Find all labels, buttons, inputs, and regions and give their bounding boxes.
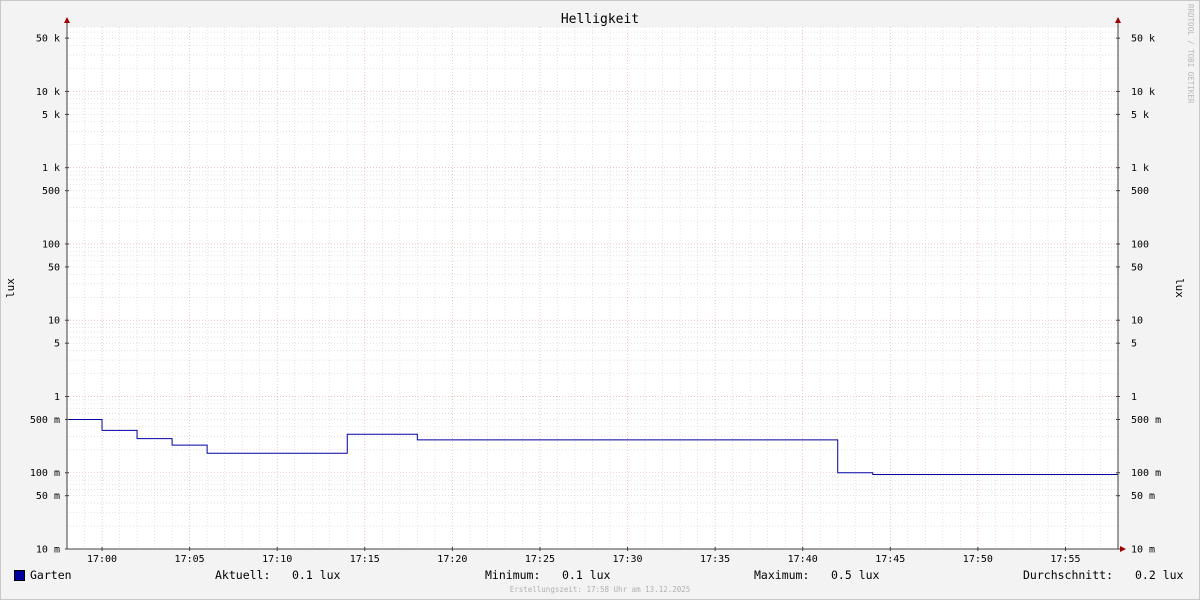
y-tick-label-left: 100 xyxy=(42,239,60,250)
legend-series-name: Garten xyxy=(30,568,72,582)
y-tick-label-right: 100 xyxy=(1131,239,1149,250)
x-tick-label: 17:35 xyxy=(700,554,730,565)
y-tick-label-right: 50 m xyxy=(1131,491,1155,502)
y-tick-label-right: 100 m xyxy=(1131,468,1161,479)
x-tick-label: 17:20 xyxy=(437,554,467,565)
y-tick-label-left: 10 m xyxy=(36,545,60,556)
legend-avg-value: 0.2 lux xyxy=(1135,568,1184,582)
x-tick-label: 17:25 xyxy=(525,554,555,565)
y-tick-label-right: 1 xyxy=(1131,392,1137,403)
y-tick-label-right: 50 k xyxy=(1131,34,1155,45)
x-tick-label: 17:15 xyxy=(350,554,380,565)
y-tick-label-left: 500 m xyxy=(30,415,60,426)
y-tick-label-right: 50 xyxy=(1131,262,1143,273)
y-tick-label-right: 1 k xyxy=(1131,163,1149,174)
y-tick-label-left: 500 xyxy=(42,186,60,197)
y-tick-label-left: 10 k xyxy=(36,87,60,98)
y-tick-label-left: 1 k xyxy=(42,163,60,174)
y-tick-label-left: 5 k xyxy=(42,110,60,121)
y-tick-label-left: 5 xyxy=(54,339,60,350)
x-tick-label: 17:00 xyxy=(87,554,117,565)
y-tick-label-left: 100 m xyxy=(30,468,60,479)
x-tick-label: 17:05 xyxy=(175,554,205,565)
x-axis-arrow xyxy=(1120,546,1126,552)
legend-max-value: 0.5 lux xyxy=(831,568,880,582)
y-tick-label-left: 50 k xyxy=(36,34,60,45)
y-tick-label-left: 50 m xyxy=(36,491,60,502)
y-axis-arrow-right xyxy=(1115,17,1121,23)
y-tick-label-left: 1 xyxy=(54,392,60,403)
y-tick-label-right: 5 xyxy=(1131,339,1137,350)
y-tick-label-left: 50 xyxy=(48,262,60,273)
legend-current-label: Aktuell: xyxy=(215,568,271,582)
y-tick-label-right: 500 m xyxy=(1131,415,1161,426)
legend-max-label: Maximum: xyxy=(754,568,810,582)
y-tick-label-right: 10 m xyxy=(1131,545,1155,556)
x-tick-label: 17:10 xyxy=(262,554,292,565)
y-tick-label-right: 10 k xyxy=(1131,87,1155,98)
legend-min-label: Minimum: xyxy=(485,568,541,582)
legend-avg-label: Durchschnitt: xyxy=(1023,568,1114,582)
legend-swatch xyxy=(14,570,25,581)
chart-title: Helligkeit xyxy=(561,12,639,27)
x-tick-label: 17:30 xyxy=(612,554,642,565)
y-tick-label-right: 10 xyxy=(1131,316,1143,327)
chart: 10 m 10 m 50 m 50 m 100 m 100 m 500 m 500 m 1 1 5 5… xyxy=(4,12,1186,565)
creation-time-footer: Erstellungszeit: 17:58 Uhr am 13.12.2025 xyxy=(509,585,691,594)
y-axis-label-left: lux xyxy=(4,278,17,298)
y-tick-label-right: 5 k xyxy=(1131,110,1149,121)
y-axis-label-right: lux xyxy=(1173,278,1186,298)
legend-current-value: 0.1 lux xyxy=(292,568,341,582)
x-tick-label: 17:45 xyxy=(875,554,905,565)
legend-min-value: 0.1 lux xyxy=(562,568,611,582)
y-tick-label-right: 500 xyxy=(1131,186,1149,197)
x-tick-label: 17:50 xyxy=(963,554,993,565)
rrdtool-watermark: RRDTOOL / TOBI OETIKER xyxy=(1186,4,1195,104)
x-tick-label: 17:40 xyxy=(788,554,818,565)
x-tick-label: 17:55 xyxy=(1050,554,1080,565)
y-tick-label-left: 10 xyxy=(48,316,60,327)
y-axis-arrow-left xyxy=(64,17,70,23)
